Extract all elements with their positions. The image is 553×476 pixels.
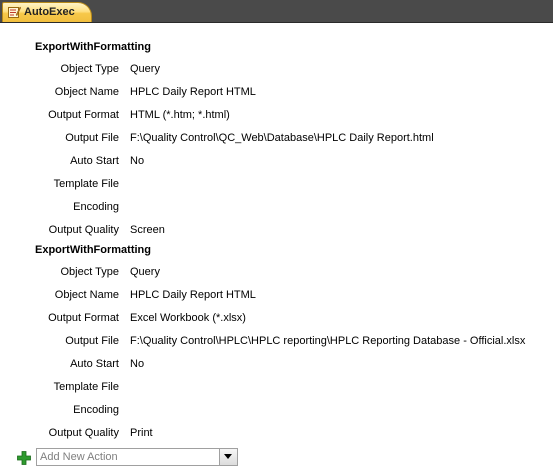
argument-label: Auto Start — [70, 358, 119, 370]
argument-label: Output Quality — [48, 427, 119, 439]
argument-label: Object Name — [54, 289, 119, 301]
dropdown-arrow-button[interactable] — [219, 449, 237, 465]
argument-value[interactable]: No — [130, 155, 144, 167]
argument-row[interactable]: Output File F:\Quality Control\QC_Web\Da… — [0, 132, 553, 150]
argument-label: Output File — [65, 335, 119, 347]
plus-icon — [17, 451, 31, 465]
argument-row[interactable]: Object Type Query — [0, 266, 553, 284]
argument-row[interactable]: Encoding — [0, 404, 553, 422]
argument-row[interactable]: Auto Start No — [0, 155, 553, 173]
document-tab-strip: AutoExec — [0, 0, 553, 23]
add-new-action-row: Add New Action — [0, 447, 553, 469]
action-name[interactable]: ExportWithFormatting — [35, 41, 151, 53]
argument-label: Output Format — [48, 109, 119, 121]
argument-label: Output Quality — [48, 224, 119, 236]
argument-label: Object Type — [60, 63, 120, 75]
argument-row[interactable]: Output Format HTML (*.htm; *.html) — [0, 109, 553, 127]
argument-row[interactable]: Output Quality Print — [0, 427, 553, 445]
argument-label: Template File — [53, 381, 119, 393]
argument-value[interactable]: Query — [130, 266, 160, 278]
argument-value[interactable]: Screen — [130, 224, 165, 236]
tab-autoexec[interactable]: AutoExec — [2, 2, 92, 22]
add-new-action-placeholder: Add New Action — [40, 451, 118, 463]
argument-label: Encoding — [73, 404, 119, 416]
argument-value[interactable]: F:\Quality Control\QC_Web\Database\HPLC … — [130, 132, 434, 144]
argument-row[interactable]: Object Name HPLC Daily Report HTML — [0, 289, 553, 307]
argument-label: Output File — [65, 132, 119, 144]
argument-row[interactable]: Output Format Excel Workbook (*.xlsx) — [0, 312, 553, 330]
chevron-down-icon — [224, 454, 232, 459]
argument-value[interactable]: Excel Workbook (*.xlsx) — [130, 312, 246, 324]
argument-value[interactable]: HTML (*.htm; *.html) — [130, 109, 230, 121]
argument-row[interactable]: Output File F:\Quality Control\HPLC\HPLC… — [0, 335, 553, 353]
argument-row[interactable]: Output Quality Screen — [0, 224, 553, 242]
argument-value[interactable]: HPLC Daily Report HTML — [130, 289, 256, 301]
argument-row[interactable]: Template File — [0, 381, 553, 399]
argument-label: Encoding — [73, 201, 119, 213]
argument-row[interactable]: Object Name HPLC Daily Report HTML — [0, 86, 553, 104]
argument-label: Auto Start — [70, 155, 119, 167]
action-name[interactable]: ExportWithFormatting — [35, 244, 151, 256]
argument-value[interactable]: F:\Quality Control\HPLC\HPLC reporting\H… — [130, 335, 525, 347]
argument-row[interactable]: Object Type Query — [0, 63, 553, 81]
tab-label: AutoExec — [24, 6, 75, 18]
argument-row[interactable]: Encoding — [0, 201, 553, 219]
argument-label: Template File — [53, 178, 119, 190]
argument-label: Object Type — [60, 266, 120, 278]
argument-value[interactable]: No — [130, 358, 144, 370]
argument-value[interactable]: Query — [130, 63, 160, 75]
argument-value[interactable]: HPLC Daily Report HTML — [130, 86, 256, 98]
macro-icon — [8, 6, 22, 18]
argument-value[interactable]: Print — [130, 427, 153, 439]
argument-label: Object Name — [54, 86, 119, 98]
argument-label: Output Format — [48, 312, 119, 324]
argument-row[interactable]: Template File — [0, 178, 553, 196]
add-new-action-dropdown[interactable]: Add New Action — [36, 448, 238, 466]
macro-design-surface: ExportWithFormatting Object Type Query O… — [0, 23, 553, 476]
argument-row[interactable]: Auto Start No — [0, 358, 553, 376]
